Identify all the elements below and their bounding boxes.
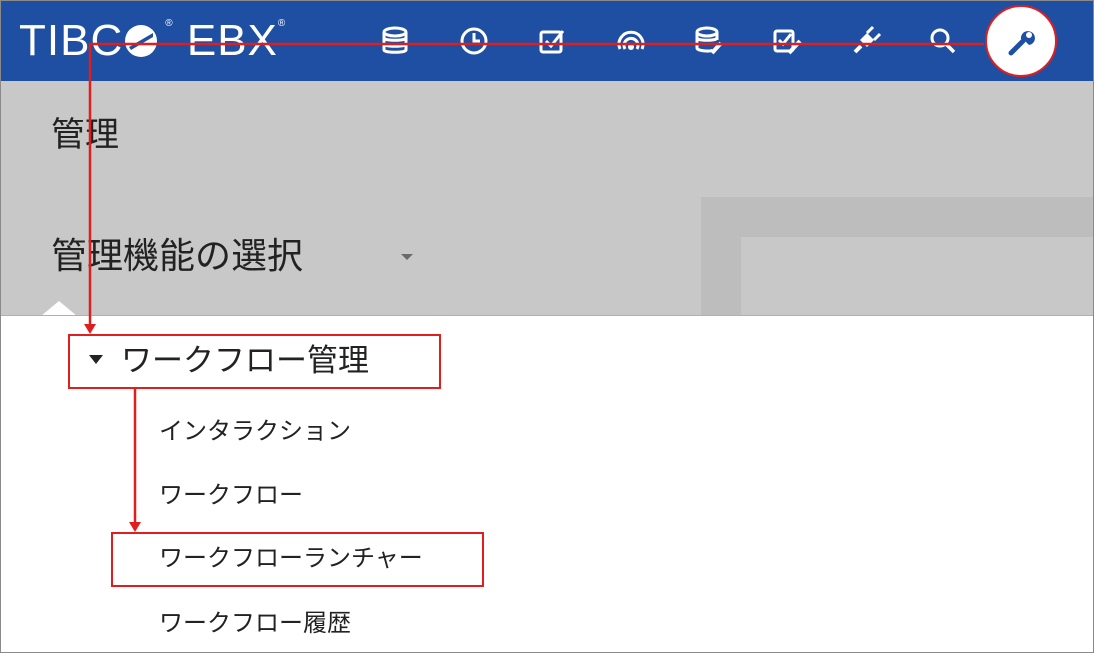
logo-text-ebx: EBX bbox=[186, 16, 278, 65]
feature-selector-dropdown[interactable]: 管理機能の選択 bbox=[51, 229, 413, 285]
tibco-ball-icon bbox=[125, 25, 158, 57]
dataspace-icon[interactable] bbox=[613, 23, 649, 59]
menu-item-workflow-history[interactable]: ワークフロー履歴 bbox=[159, 605, 351, 641]
menu-divider bbox=[1, 315, 1093, 316]
menu-pointer bbox=[41, 301, 77, 316]
content-card bbox=[741, 237, 1093, 315]
workflow-model-icon[interactable] bbox=[769, 23, 805, 59]
page-title: 管理 bbox=[51, 115, 119, 155]
screenshot-frame: TIBC ® EBX® 管理 管理機能の選択 ワークフロー管理 インタラクション… bbox=[0, 0, 1094, 653]
annotation-highlight-group bbox=[68, 334, 441, 389]
data-model-icon[interactable] bbox=[691, 23, 727, 59]
menu-item-interactions[interactable]: インタラクション bbox=[159, 413, 351, 449]
data-icon[interactable] bbox=[377, 23, 413, 59]
registered-mark: ® bbox=[277, 18, 287, 29]
chevron-down-icon bbox=[401, 254, 413, 260]
logo-text-tibco: TIBC bbox=[19, 16, 124, 65]
wrench-icon bbox=[1008, 31, 1035, 56]
menu-item-workflows[interactable]: ワークフロー bbox=[159, 477, 303, 513]
tibco-ebx-logo: TIBC ® EBX® bbox=[19, 15, 286, 67]
history-icon[interactable] bbox=[456, 23, 492, 59]
annotation-highlight-launcher bbox=[111, 532, 484, 587]
administration-button[interactable] bbox=[985, 5, 1057, 77]
tasks-icon[interactable] bbox=[534, 23, 570, 59]
top-navigation-bar: TIBC ® EBX® bbox=[1, 1, 1093, 81]
feature-selector-label: 管理機能の選択 bbox=[51, 236, 304, 277]
search-icon[interactable] bbox=[925, 23, 961, 59]
plugin-icon[interactable] bbox=[847, 23, 883, 59]
registered-mark: ® bbox=[165, 18, 174, 29]
